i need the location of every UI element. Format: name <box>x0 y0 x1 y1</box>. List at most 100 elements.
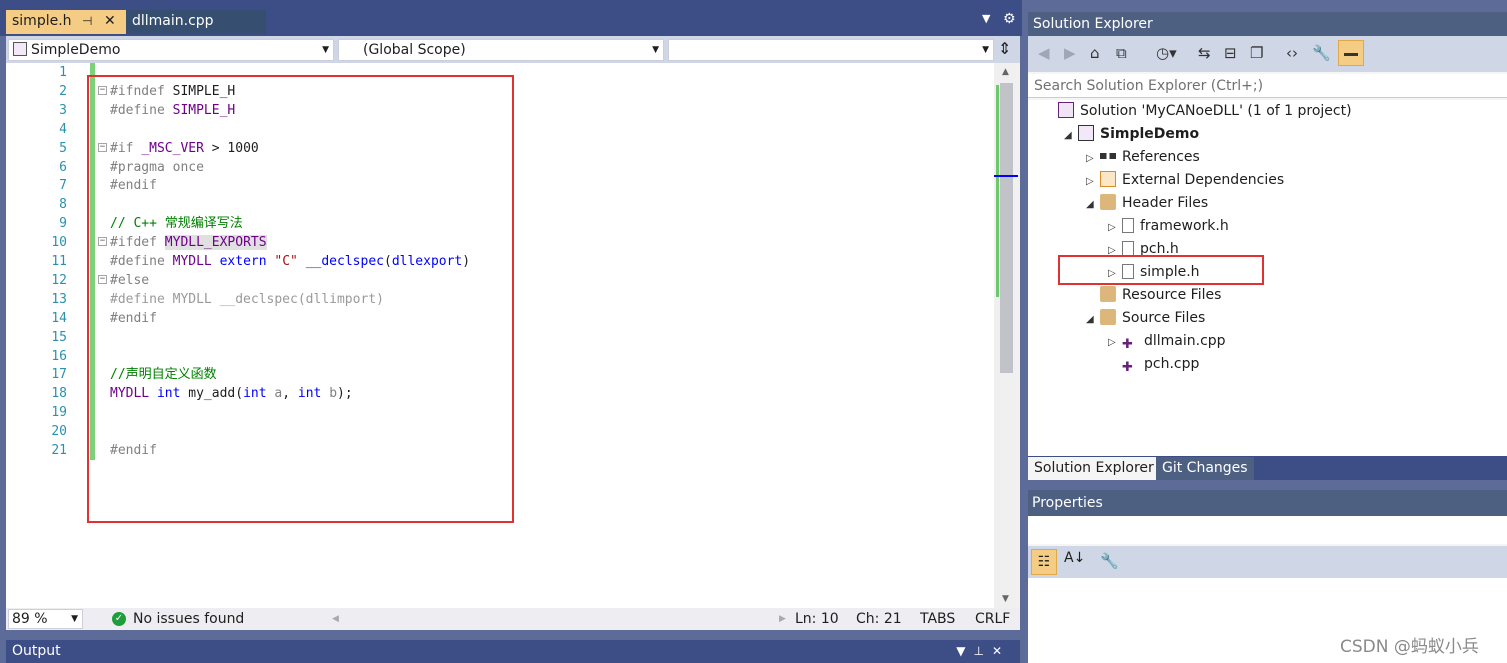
tree-item-label: Source Files <box>1122 310 1206 326</box>
expand-arrow-icon[interactable]: ▷ <box>1108 331 1122 354</box>
tab-list-dropdown-icon[interactable]: ▼ <box>982 12 990 25</box>
tree-item[interactable]: ▷ References <box>1086 146 1200 169</box>
line-number: 2 <box>59 83 67 99</box>
editor-status-bar: 89 % ▼ ✓ No issues found ◀ ▶ Ln: 10 Ch: … <box>6 608 1020 630</box>
tab-label: dllmain.cpp <box>132 13 214 29</box>
wrench-icon[interactable]: 🔧 <box>1312 44 1331 62</box>
gear-icon[interactable]: ⚙ <box>1003 11 1016 27</box>
chevron-down-icon: ▼ <box>71 614 78 624</box>
wrench-icon[interactable]: 🔧 <box>1100 552 1119 570</box>
issues-status[interactable]: No issues found <box>133 608 244 630</box>
tab-simple-h[interactable]: simple.h ⊣ ✕ <box>6 10 126 34</box>
external-deps-icon <box>1100 171 1116 187</box>
solution-explorer-title[interactable]: Solution Explorer <box>1028 12 1507 36</box>
back-icon[interactable]: ◀ <box>1038 44 1050 62</box>
split-window-icon[interactable]: ⇕ <box>998 39 1011 58</box>
scroll-right-icon[interactable]: ▶ <box>779 608 786 630</box>
tree-item[interactable]: ▷ External Dependencies <box>1086 169 1284 192</box>
annotation-highlight-box <box>87 75 514 523</box>
chevron-down-icon: ▼ <box>652 45 659 55</box>
line-number: 18 <box>51 386 67 402</box>
scope-dropdown[interactable]: (Global Scope) ▼ <box>338 39 664 61</box>
categorized-icon[interactable]: ☷ <box>1031 549 1057 575</box>
pending-changes-filter-icon[interactable]: ◷▾ <box>1156 44 1177 62</box>
line-number: 1 <box>59 65 67 80</box>
alphabetical-icon[interactable]: A↓ <box>1064 550 1085 566</box>
line-number: 12 <box>51 272 67 288</box>
tab-dllmain-cpp[interactable]: dllmain.cpp <box>126 10 266 34</box>
scroll-down-icon[interactable]: ▼ <box>1002 594 1009 604</box>
output-panel-header[interactable]: Output ▼⊥✕ <box>6 640 1020 663</box>
scrollbar-thumb[interactable] <box>1000 83 1013 373</box>
solution-search-input[interactable]: Search Solution Explorer (Ctrl+;) <box>1028 74 1507 98</box>
project-dropdown[interactable]: SimpleDemo ▼ <box>8 39 334 61</box>
preview-selected-items-button[interactable] <box>1338 40 1364 66</box>
line-number: 4 <box>59 121 67 137</box>
tree-item[interactable]: ▷ framework.h <box>1108 215 1229 238</box>
tree-item-label: Solution 'MyCANoeDLL' (1 of 1 project) <box>1080 103 1352 119</box>
properties-toolbar: ☷ A↓ 🔧 <box>1028 546 1507 578</box>
pin-icon[interactable]: ⊥ <box>973 644 991 658</box>
line-number: 11 <box>51 254 67 269</box>
properties-title[interactable]: Properties <box>1028 490 1507 516</box>
tree-item[interactable]: ▷ ✚ dllmain.cpp <box>1108 330 1226 353</box>
references-icon <box>1100 153 1116 159</box>
zoom-dropdown[interactable]: 89 % ▼ <box>8 609 83 629</box>
tree-item[interactable]: ◢ SimpleDemo <box>1064 123 1199 146</box>
line-number: 10 <box>51 235 67 251</box>
filter-folder-icon <box>1100 194 1116 210</box>
line-number: 16 <box>51 348 67 364</box>
switch-views-icon[interactable]: ⧉ <box>1116 44 1127 62</box>
expand-arrow-icon[interactable]: ▷ <box>1108 216 1122 239</box>
header-file-icon <box>1122 241 1134 256</box>
expand-arrow-icon[interactable]: ▷ <box>1086 170 1100 193</box>
pin-icon[interactable]: ⊣ <box>82 10 92 32</box>
close-icon[interactable]: ✕ <box>104 10 116 32</box>
indent-mode[interactable]: TABS <box>920 608 955 630</box>
expand-arrow-icon[interactable]: ▷ <box>1086 147 1100 170</box>
header-file-icon <box>1122 218 1134 233</box>
view-code-icon[interactable]: ‹› <box>1286 44 1298 62</box>
line-ending[interactable]: CRLF <box>975 608 1010 630</box>
home-icon[interactable]: ⌂ <box>1090 44 1100 62</box>
column-indicator[interactable]: Ch: 21 <box>856 608 902 630</box>
line-number: 15 <box>51 329 67 345</box>
member-dropdown[interactable]: ▼ <box>668 39 994 61</box>
expanded-arrow-icon[interactable]: ◢ <box>1086 193 1100 216</box>
tree-item-label: framework.h <box>1140 218 1229 234</box>
tree-item[interactable]: ◢ Source Files <box>1086 307 1205 330</box>
zoom-level: 89 % <box>12 611 48 627</box>
line-indicator[interactable]: Ln: 10 <box>795 608 839 630</box>
tree-item[interactable]: ✚ pch.cpp <box>1108 353 1199 376</box>
sync-icon[interactable]: ⇆ <box>1198 44 1211 62</box>
filter-folder-icon <box>1100 286 1116 302</box>
scroll-left-icon[interactable]: ◀ <box>332 608 339 630</box>
line-number: 19 <box>51 405 67 421</box>
editor-tab-bar: simple.h ⊣ ✕ dllmain.cpp ▼ ⚙ <box>0 0 1022 36</box>
chevron-down-icon[interactable]: ▼ <box>956 644 973 658</box>
vertical-scrollbar[interactable]: ▲ ▼ <box>994 63 1020 608</box>
output-title: Output <box>12 643 61 659</box>
line-number: 9 <box>59 216 67 232</box>
tree-item-label: External Dependencies <box>1122 172 1285 188</box>
collapse-all-icon[interactable]: ⊟ <box>1224 44 1237 62</box>
close-icon[interactable]: ✕ <box>992 644 1010 658</box>
tree-item[interactable]: ◢ Header Files <box>1086 192 1208 215</box>
chevron-down-icon: ▼ <box>982 45 989 55</box>
tree-item[interactable]: Solution 'MyCANoeDLL' (1 of 1 project) <box>1044 100 1352 123</box>
tab-git-changes[interactable]: Git Changes <box>1156 457 1254 480</box>
forward-icon[interactable]: ▶ <box>1064 44 1076 62</box>
tree-item[interactable]: Resource Files <box>1086 284 1221 307</box>
cpp-file-icon: ✚ <box>1122 360 1133 375</box>
annotation-highlight-box <box>1058 255 1264 285</box>
expanded-arrow-icon[interactable]: ◢ <box>1064 124 1078 147</box>
object-selector[interactable] <box>1028 516 1507 544</box>
tree-item-label: Resource Files <box>1122 287 1222 303</box>
expanded-arrow-icon[interactable]: ◢ <box>1086 308 1100 331</box>
scroll-up-icon[interactable]: ▲ <box>1002 67 1009 77</box>
tab-label: simple.h <box>12 13 72 29</box>
tab-solution-explorer[interactable]: Solution Explorer <box>1028 457 1160 480</box>
show-all-files-icon[interactable]: ❐ <box>1250 44 1263 62</box>
navigation-bar: SimpleDemo ▼ (Global Scope) ▼ ▼ ⇕ <box>6 36 1020 63</box>
panel-controls[interactable]: ▼⊥✕ <box>956 640 1010 663</box>
